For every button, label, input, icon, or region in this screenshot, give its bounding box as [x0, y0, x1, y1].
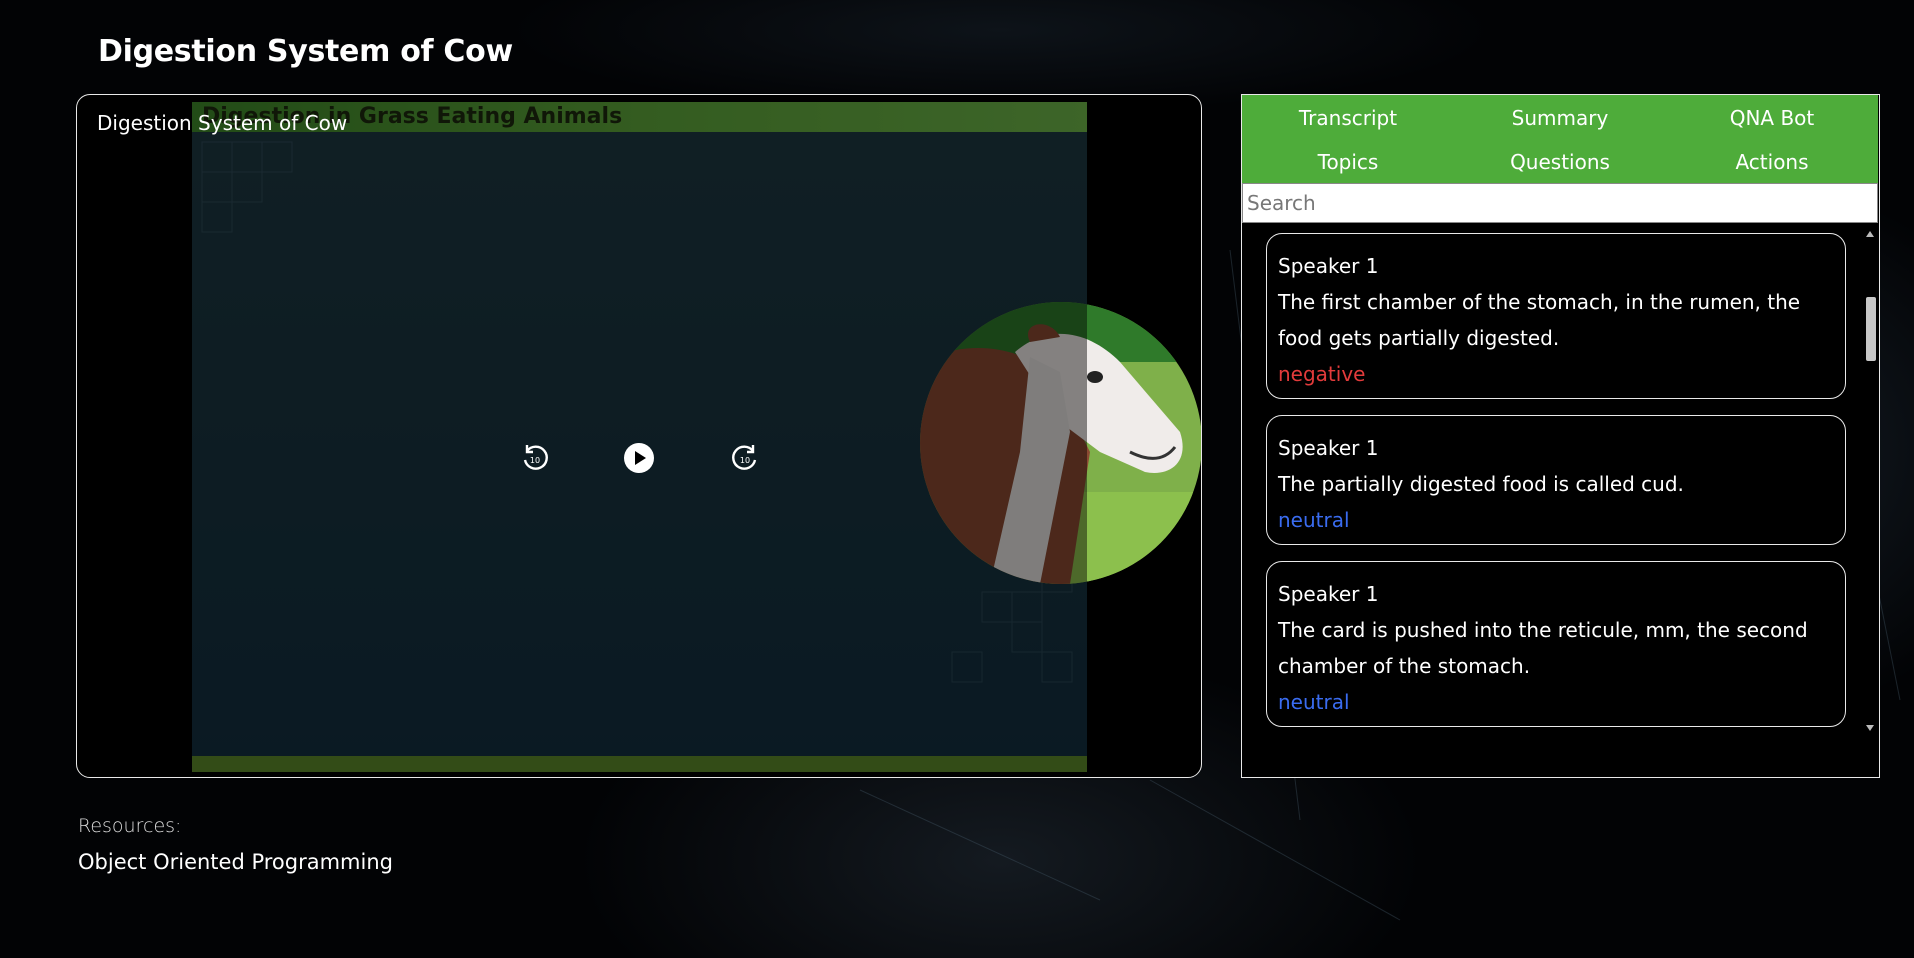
tab-qna-bot[interactable]: QNA Bot — [1666, 106, 1878, 130]
video-title: Digestion System of Cow — [97, 111, 348, 135]
sentiment-label: negative — [1278, 362, 1366, 386]
transcript-card: Speaker 1 The partially digested food is… — [1266, 415, 1846, 545]
video-dim-overlay — [192, 102, 1087, 772]
resources-label: Resources: — [78, 815, 182, 837]
side-panel: Transcript Summary QNA Bot Topics Questi… — [1241, 94, 1880, 778]
search-input[interactable] — [1242, 183, 1878, 223]
play-icon — [624, 443, 654, 473]
scroll-thumb[interactable] — [1866, 297, 1876, 361]
transcript-card: Speaker 1 The card is pushed into the re… — [1266, 561, 1846, 727]
svg-text:10: 10 — [740, 456, 750, 465]
sentiment-label: neutral — [1278, 690, 1350, 714]
transcript-text: The first chamber of the stomach, in the… — [1278, 290, 1801, 350]
replay-10-icon[interactable]: 10 — [517, 440, 553, 476]
video-player[interactable]: Digestion in Grass Eating Animals Digest… — [76, 94, 1202, 778]
speaker-name: Speaker 1 — [1278, 582, 1379, 606]
play-button[interactable] — [621, 440, 657, 476]
panel-tabs: Transcript Summary QNA Bot Topics Questi… — [1242, 95, 1878, 183]
svg-text:10: 10 — [530, 456, 540, 465]
forward-10-icon[interactable]: 10 — [727, 440, 763, 476]
speaker-name: Speaker 1 — [1278, 436, 1379, 460]
transcript-text: The partially digested food is called cu… — [1278, 472, 1684, 496]
tab-transcript[interactable]: Transcript — [1242, 106, 1454, 130]
scroll-up-icon[interactable] — [1866, 231, 1874, 237]
transcript-list: Speaker 1 The first chamber of the stoma… — [1242, 225, 1862, 735]
sentiment-label: neutral — [1278, 508, 1350, 532]
transcript-text: The card is pushed into the reticule, mm… — [1278, 618, 1808, 678]
tab-actions[interactable]: Actions — [1666, 150, 1878, 174]
page-title: Digestion System of Cow — [98, 34, 513, 69]
tab-topics[interactable]: Topics — [1242, 150, 1454, 174]
tab-summary[interactable]: Summary — [1454, 106, 1666, 130]
speaker-name: Speaker 1 — [1278, 254, 1379, 278]
transcript-card: Speaker 1 The first chamber of the stoma… — [1266, 233, 1846, 399]
resource-link[interactable]: Object Oriented Programming — [78, 850, 393, 874]
transcript-scrollbar[interactable] — [1863, 227, 1877, 735]
tab-questions[interactable]: Questions — [1454, 150, 1666, 174]
scroll-down-icon[interactable] — [1866, 725, 1874, 731]
